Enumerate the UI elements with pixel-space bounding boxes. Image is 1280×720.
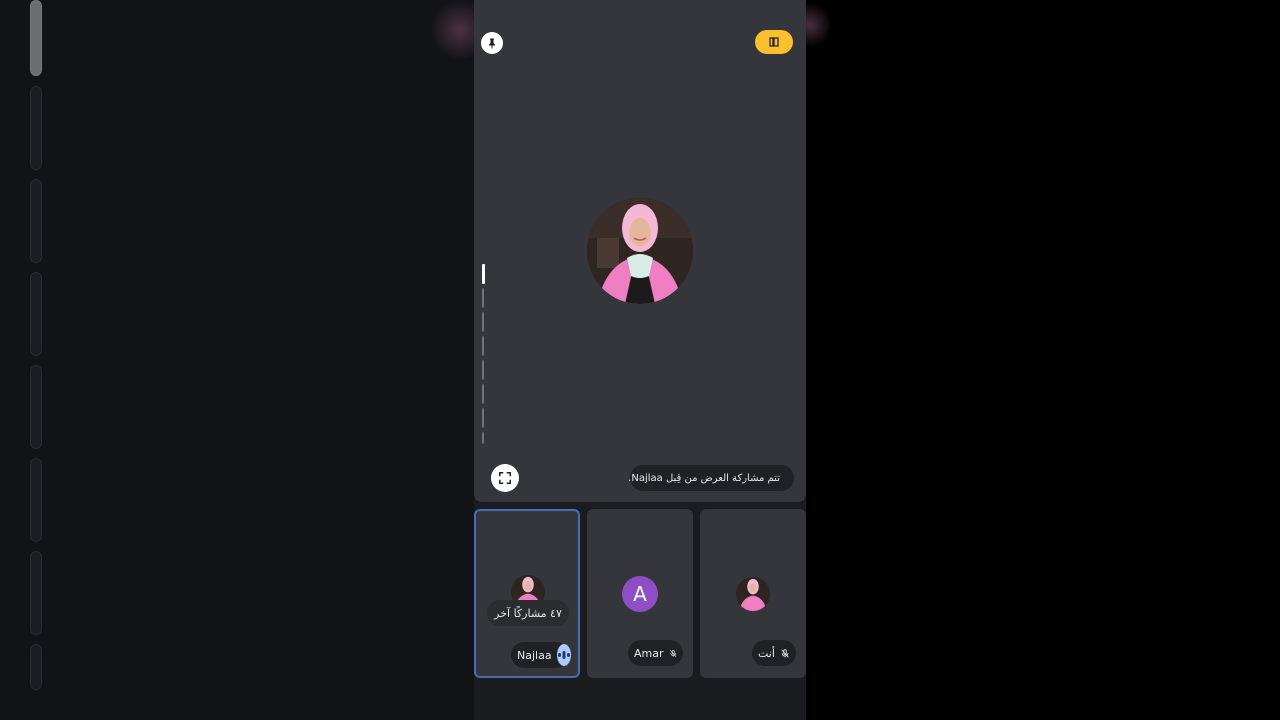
pin-button[interactable] xyxy=(481,32,503,54)
mic-off-icon xyxy=(781,648,789,658)
participant-name: Amar xyxy=(634,646,664,660)
present-button[interactable] xyxy=(755,30,793,54)
meeting-screen: تتم مشاركة العرض من قِبل Najlaa. ٤٧ مشار… xyxy=(474,0,806,720)
scroll-segment xyxy=(30,365,42,449)
left-background xyxy=(0,0,474,720)
participant-tile-amar[interactable]: A Amar xyxy=(587,509,693,678)
sharing-status-pill: تتم مشاركة العرض من قِبل Najlaa. xyxy=(628,465,794,491)
participant-name: Najlaa xyxy=(517,648,552,662)
participant-tile-self[interactable]: أنت xyxy=(700,509,806,678)
scroll-segment xyxy=(30,458,42,542)
fullscreen-icon xyxy=(499,472,511,484)
participant-name-pill: Amar xyxy=(628,640,683,666)
participant-name-pill: Najlaa xyxy=(511,642,571,668)
mic-off-icon xyxy=(669,649,676,657)
speaking-icon xyxy=(556,644,571,666)
presentation-stage[interactable]: تتم مشاركة العرض من قِبل Najlaa. xyxy=(474,0,806,502)
participant-name: أنت xyxy=(758,646,775,660)
right-background xyxy=(806,0,1280,720)
scroll-segment xyxy=(30,644,42,690)
scroll-segment xyxy=(30,179,42,263)
participant-name-pill: أنت xyxy=(752,640,796,666)
participant-tile-najlaa[interactable]: ٤٧ مشاركًا آخر Najlaa xyxy=(474,509,580,678)
fullscreen-button[interactable] xyxy=(491,464,519,492)
scroll-segment xyxy=(30,551,42,635)
other-participants-count[interactable]: ٤٧ مشاركًا آخر xyxy=(487,600,569,626)
participant-avatar xyxy=(736,577,770,611)
sharing-status-text: تتم مشاركة العرض من قِبل Najlaa. xyxy=(628,472,780,484)
present-icon xyxy=(769,37,779,47)
audio-level-meter xyxy=(482,264,486,448)
presenter-avatar xyxy=(587,198,693,304)
scroll-segment xyxy=(30,272,42,356)
left-scroll-column[interactable] xyxy=(30,0,44,690)
bottom-strip xyxy=(474,686,806,720)
pin-icon xyxy=(489,38,495,49)
scroll-segment xyxy=(30,86,42,170)
scroll-thumb[interactable] xyxy=(30,0,42,76)
participant-avatar: A xyxy=(622,576,658,612)
